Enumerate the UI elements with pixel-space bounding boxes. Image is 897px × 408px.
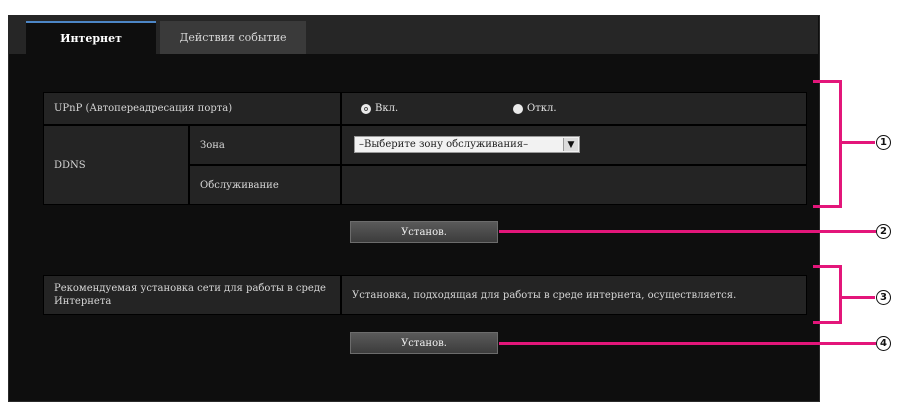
callout-3: 3 [876,290,891,305]
ddns-label: DDNS [43,125,189,205]
ddns-service-value: –Выберите зону обслуживания– [359,139,529,150]
recommended-label: Рекомендуемая установка сети для работы … [43,275,341,315]
leader-3 [841,296,875,299]
chevron-down-icon[interactable]: ▼ [563,138,578,151]
bracket-3-top [813,265,841,268]
upnp-on-radio[interactable]: Вкл. [361,103,398,114]
ddns-maintenance-cell [341,165,807,205]
bracket-1-top [813,80,841,83]
set-button-recommended[interactable]: Установ. [350,332,498,354]
upnp-options-cell [341,92,807,125]
ddns-service-label: Зона [189,125,341,165]
tab-internet[interactable]: Интернет [26,21,156,54]
recommended-text: Установка, подходящая для работы в среде… [341,275,807,315]
callout-4: 4 [876,336,891,351]
ddns-service-select[interactable]: –Выберите зону обслуживания– ▼ [354,136,580,153]
radio-unselected-icon [513,103,523,114]
upnp-off-label: Откл. [527,103,557,114]
ddns-maintenance-label: Обслуживание [189,165,341,205]
callout-2: 2 [876,224,891,239]
upnp-on-label: Вкл. [375,103,399,114]
leader-4 [499,342,876,345]
leader-1 [841,141,875,144]
leader-2 [499,230,876,233]
radio-selected-icon [361,103,371,114]
set-button-upnp[interactable]: Установ. [350,221,498,243]
upnp-label: UPnP (Автопереадресация порта) [43,92,341,125]
bracket-1-bottom [813,205,841,208]
callout-1: 1 [876,135,891,150]
bracket-3-bottom [813,321,841,324]
bracket-3-side [839,265,842,324]
tab-event-actions[interactable]: Действия событие [160,21,306,54]
upnp-off-radio[interactable]: Откл. [513,103,557,114]
bracket-1-side [839,80,842,208]
